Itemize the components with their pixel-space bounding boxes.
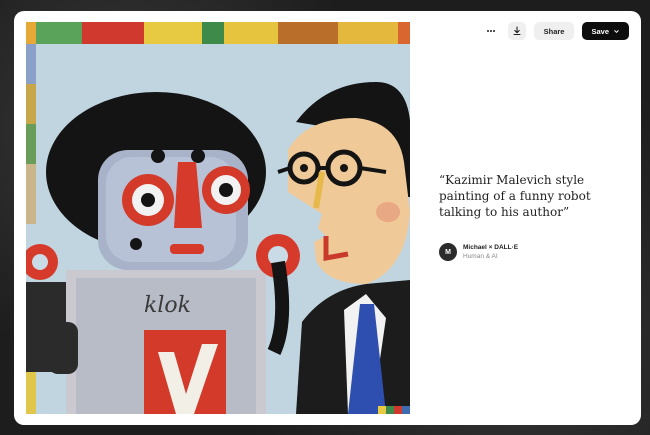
- author-block[interactable]: M Michael × DALL·E Human & AI: [439, 243, 518, 261]
- save-button-label: Save: [591, 26, 609, 36]
- more-options-button[interactable]: [482, 22, 500, 40]
- author-name[interactable]: Michael × DALL·E: [463, 244, 518, 251]
- chevron-down-icon: [614, 29, 619, 33]
- save-button[interactable]: Save: [582, 22, 629, 40]
- prompt-caption: “Kazimir Malevich style painting of a fu…: [439, 173, 591, 219]
- share-button-label: Share: [543, 26, 565, 36]
- download-icon: [513, 26, 521, 36]
- image-toolbar: Share Save: [482, 22, 629, 40]
- share-button[interactable]: Share: [533, 22, 575, 40]
- download-button[interactable]: [507, 22, 526, 40]
- author-subtitle: Human & AI: [463, 253, 498, 260]
- author-text: Michael × DALL·E Human & AI: [463, 244, 518, 260]
- more-horizontal-icon: [486, 30, 495, 32]
- image-detail-modal: klok Share Save “Kazimir Malevich style …: [14, 11, 641, 425]
- painted-text: klok: [144, 293, 191, 318]
- painting: klok: [26, 22, 410, 414]
- avatar[interactable]: M: [439, 243, 457, 261]
- generated-image[interactable]: klok: [26, 22, 410, 414]
